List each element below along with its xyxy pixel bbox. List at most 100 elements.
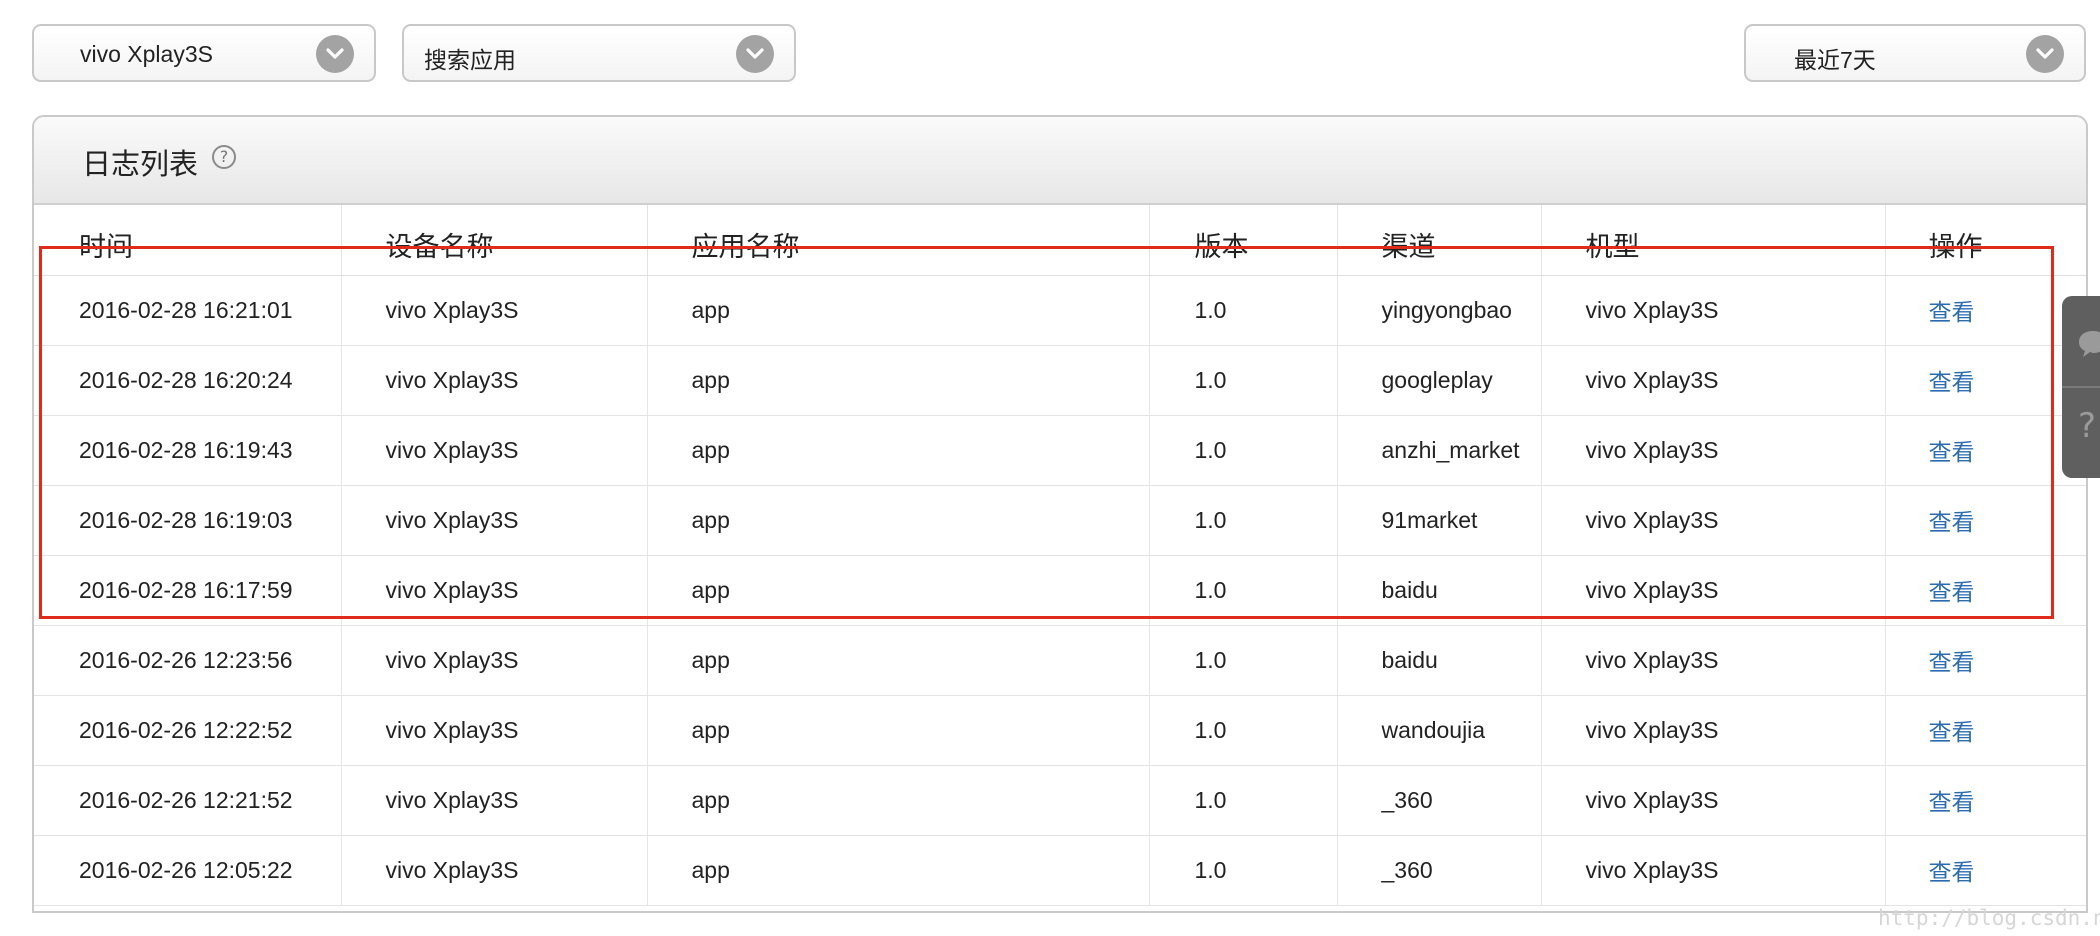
cell-channel: wandoujia <box>1337 695 1542 766</box>
cell-channel: baidu <box>1337 555 1542 626</box>
header-app-name[interactable]: 应用名称 <box>647 205 1150 276</box>
view-link[interactable]: 查看 <box>1929 369 1975 395</box>
cell-channel: anzhi_market <box>1337 415 1542 486</box>
cell-version: 1.0 <box>1149 415 1338 486</box>
cell-action: 查看 <box>1885 625 2086 696</box>
panel-header: 日志列表 ? <box>34 117 2086 205</box>
table-row: 2016-02-26 12:21:52 vivo Xplay3S app 1.0… <box>34 765 2086 836</box>
table-header-row: 时间 设备名称 应用名称 版本 渠道 机型 操作 <box>34 205 2086 276</box>
question-icon[interactable]: ? <box>2078 406 2096 446</box>
cell-app: app <box>647 275 1150 346</box>
header-model[interactable]: 机型 <box>1541 205 1886 276</box>
cell-model: vivo Xplay3S <box>1541 275 1886 346</box>
cell-channel: _360 <box>1337 835 1542 906</box>
cell-device: vivo Xplay3S <box>341 345 648 416</box>
cell-channel: baidu <box>1337 625 1542 696</box>
cell-action: 查看 <box>1885 485 2086 556</box>
chevron-down-icon[interactable] <box>316 35 354 73</box>
log-table: 时间 设备名称 应用名称 版本 渠道 机型 操作 2016-02-28 16:2… <box>34 205 2086 906</box>
date-range-value: 最近7天 <box>1794 47 1876 73</box>
cell-device: vivo Xplay3S <box>341 835 648 906</box>
cell-channel: 91market <box>1337 485 1542 556</box>
header-channel[interactable]: 渠道 <box>1337 205 1542 276</box>
cell-model: vivo Xplay3S <box>1541 695 1886 766</box>
view-link[interactable]: 查看 <box>1929 719 1975 745</box>
chevron-down-icon[interactable] <box>736 35 774 73</box>
side-feedback-tab[interactable]: ? <box>2062 296 2100 478</box>
cell-device: vivo Xplay3S <box>341 695 648 766</box>
cell-app: app <box>647 555 1150 626</box>
table-row: 2016-02-26 12:23:56 vivo Xplay3S app 1.0… <box>34 625 2086 696</box>
chevron-down-icon[interactable] <box>2026 35 2064 73</box>
table-row: 2016-02-28 16:19:03 vivo Xplay3S app 1.0… <box>34 485 2086 556</box>
table-row: 2016-02-26 12:22:52 vivo Xplay3S app 1.0… <box>34 695 2086 766</box>
chat-icon[interactable] <box>2076 326 2100 365</box>
cell-device: vivo Xplay3S <box>341 625 648 696</box>
header-device-name[interactable]: 设备名称 <box>341 205 648 276</box>
view-link[interactable]: 查看 <box>1929 509 1975 535</box>
cell-time: 2016-02-28 16:19:03 <box>34 485 342 556</box>
side-tab-divider <box>2062 386 2100 388</box>
device-select-value: vivo Xplay3S <box>80 41 213 67</box>
cell-device: vivo Xplay3S <box>341 275 648 346</box>
view-link[interactable]: 查看 <box>1929 579 1975 605</box>
cell-model: vivo Xplay3S <box>1541 415 1886 486</box>
cell-channel: _360 <box>1337 765 1542 836</box>
header-action: 操作 <box>1885 205 2086 276</box>
header-version[interactable]: 版本 <box>1149 205 1338 276</box>
view-link[interactable]: 查看 <box>1929 789 1975 815</box>
cell-device: vivo Xplay3S <box>341 765 648 836</box>
cell-channel: yingyongbao <box>1337 275 1542 346</box>
cell-app: app <box>647 695 1150 766</box>
cell-time: 2016-02-26 12:21:52 <box>34 765 342 836</box>
table-row: 2016-02-28 16:21:01 vivo Xplay3S app 1.0… <box>34 275 2086 346</box>
view-link[interactable]: 查看 <box>1929 299 1975 325</box>
watermark: http://blog.csdn.net/ <box>1878 906 2100 930</box>
cell-model: vivo Xplay3S <box>1541 625 1886 696</box>
log-list-panel: 日志列表 ? 时间 设备名称 应用名称 版本 渠道 机型 操作 2016-02-… <box>32 115 2088 913</box>
table-row: 2016-02-28 16:19:43 vivo Xplay3S app 1.0… <box>34 415 2086 486</box>
cell-version: 1.0 <box>1149 275 1338 346</box>
table-row: 2016-02-28 16:20:24 vivo Xplay3S app 1.0… <box>34 345 2086 416</box>
device-select[interactable]: vivo Xplay3S <box>32 24 376 82</box>
help-icon[interactable]: ? <box>212 145 236 169</box>
header-time[interactable]: 时间 <box>34 205 342 276</box>
cell-app: app <box>647 625 1150 696</box>
cell-device: vivo Xplay3S <box>341 485 648 556</box>
cell-action: 查看 <box>1885 275 2086 346</box>
cell-model: vivo Xplay3S <box>1541 835 1886 906</box>
cell-action: 查看 <box>1885 555 2086 626</box>
panel-title: 日志列表 <box>82 149 199 181</box>
view-link[interactable]: 查看 <box>1929 439 1975 465</box>
cell-action: 查看 <box>1885 345 2086 416</box>
cell-model: vivo Xplay3S <box>1541 765 1886 836</box>
table-row: 2016-02-26 12:05:22 vivo Xplay3S app 1.0… <box>34 835 2086 906</box>
cell-version: 1.0 <box>1149 765 1338 836</box>
date-range-select[interactable]: 最近7天 <box>1744 24 2086 82</box>
cell-action: 查看 <box>1885 835 2086 906</box>
cell-device: vivo Xplay3S <box>341 555 648 626</box>
cell-time: 2016-02-28 16:17:59 <box>34 555 342 626</box>
view-link[interactable]: 查看 <box>1929 649 1975 675</box>
cell-time: 2016-02-26 12:22:52 <box>34 695 342 766</box>
app-search-placeholder: 搜索应用 <box>424 47 516 73</box>
view-link[interactable]: 查看 <box>1929 859 1975 885</box>
app-search-select[interactable]: 搜索应用 <box>402 24 796 82</box>
cell-device: vivo Xplay3S <box>341 415 648 486</box>
cell-time: 2016-02-26 12:23:56 <box>34 625 342 696</box>
cell-time: 2016-02-28 16:20:24 <box>34 345 342 416</box>
cell-model: vivo Xplay3S <box>1541 555 1886 626</box>
cell-version: 1.0 <box>1149 695 1338 766</box>
cell-model: vivo Xplay3S <box>1541 485 1886 556</box>
cell-time: 2016-02-28 16:19:43 <box>34 415 342 486</box>
cell-app: app <box>647 415 1150 486</box>
cell-version: 1.0 <box>1149 835 1338 906</box>
cell-version: 1.0 <box>1149 555 1338 626</box>
table-row: 2016-02-28 16:17:59 vivo Xplay3S app 1.0… <box>34 555 2086 626</box>
cell-app: app <box>647 485 1150 556</box>
cell-action: 查看 <box>1885 695 2086 766</box>
cell-action: 查看 <box>1885 415 2086 486</box>
cell-version: 1.0 <box>1149 625 1338 696</box>
cell-app: app <box>647 765 1150 836</box>
cell-time: 2016-02-26 12:05:22 <box>34 835 342 906</box>
